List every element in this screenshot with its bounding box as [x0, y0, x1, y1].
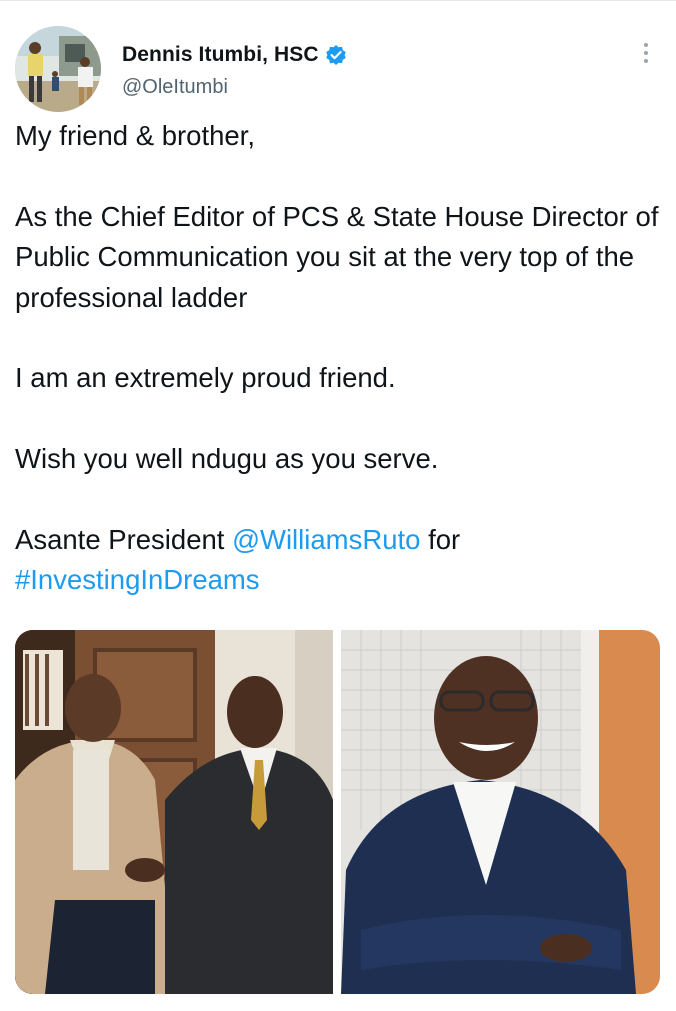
- hashtag-link[interactable]: #InvestingInDreams: [15, 564, 260, 595]
- mention-link[interactable]: @WilliamsRuto: [232, 524, 420, 555]
- author-handle[interactable]: @OleItumbi: [122, 76, 228, 99]
- tweet-line-greeting: My friend & brother,: [15, 120, 255, 151]
- author-name-row[interactable]: Dennis Itumbi, HSC: [122, 43, 347, 67]
- portrait-photo[interactable]: [341, 630, 660, 994]
- top-divider: [0, 0, 676, 1]
- tweet-thanks-mid: for: [420, 524, 461, 556]
- author-avatar[interactable]: [15, 26, 101, 112]
- verified-badge-icon: [325, 44, 347, 66]
- tweet-thanks-prefix: Asante President: [15, 524, 233, 556]
- tweet-paragraph-proud: I am an extremely proud friend.: [15, 362, 396, 394]
- handshake-photo[interactable]: [15, 630, 333, 994]
- tweet-text: My friend & brother, As the Chief Editor…: [15, 116, 665, 601]
- author-display-name[interactable]: Dennis Itumbi, HSC: [122, 43, 319, 67]
- tweet-paragraph-role: As the Chief Editor of PCS & State House…: [15, 200, 667, 313]
- avatar-photo-icon: [15, 26, 101, 112]
- tweet-paragraph-wish: Wish you well ndugu as you serve.: [15, 443, 439, 475]
- more-vertical-icon[interactable]: [636, 40, 656, 68]
- tweet-media-grid: [15, 630, 660, 994]
